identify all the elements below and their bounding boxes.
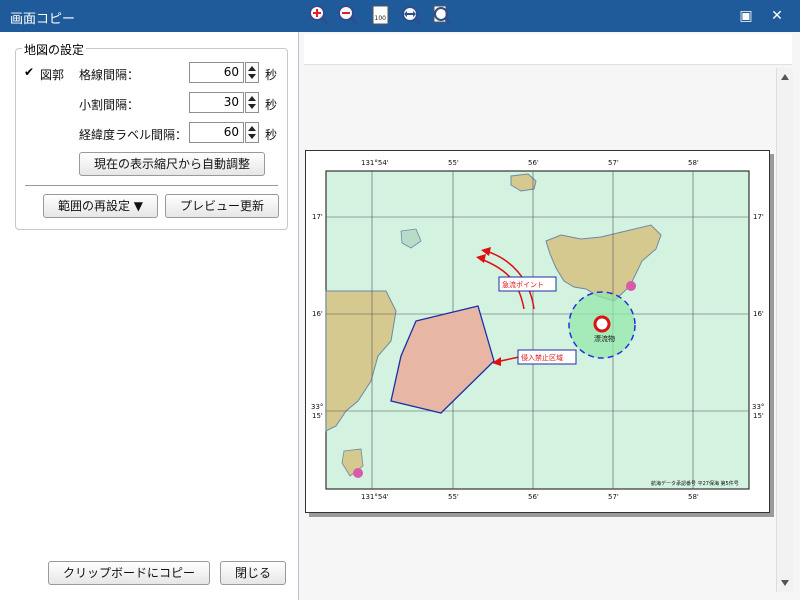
top-lon-label: 56' xyxy=(528,159,539,167)
frame-label: 図郭 xyxy=(40,68,65,82)
svg-text:100: 100 xyxy=(375,15,387,22)
top-lon-label: 57' xyxy=(608,159,619,167)
prohibited-label: 侵入禁止区域 xyxy=(521,353,563,362)
map-svg: 急流ポイント 侵入禁止区域 漂流物 131°54' 55' 56' 57' 58… xyxy=(311,159,764,501)
spin-up-icon[interactable] xyxy=(248,96,256,101)
hazard-icon xyxy=(353,468,363,478)
map-credit: 航海データ承認番号 平27保海 第5件号 xyxy=(651,480,739,487)
label-interval-label: 経緯度ラベル間隔： xyxy=(79,128,188,142)
right-lat-label: 33° xyxy=(752,403,764,411)
label-interval-input[interactable]: 60 xyxy=(189,122,244,143)
frame-checkbox[interactable]: ✔ xyxy=(24,66,36,78)
grid-interval-input[interactable]: 60 xyxy=(189,62,244,83)
right-lat-label: 17' xyxy=(753,213,764,221)
window-title: 画面コピー xyxy=(10,12,76,27)
scroll-down-icon[interactable] xyxy=(781,580,789,586)
spin-up-icon[interactable] xyxy=(248,66,256,71)
left-lat-label: 17' xyxy=(312,213,323,221)
left-lat-label: 16' xyxy=(312,310,323,318)
grid-interval-label: 格線間隔： xyxy=(79,68,140,82)
top-lon-label: 131°54' xyxy=(361,159,389,167)
spin-down-icon[interactable] xyxy=(248,134,256,139)
fit-page-icon[interactable] xyxy=(430,4,452,26)
sub-interval-label: 小割間隔： xyxy=(79,98,140,112)
grid-interval-spinner[interactable] xyxy=(245,62,259,83)
bottom-lon-label: 131°54' xyxy=(361,493,389,501)
close-window-button[interactable]: ✕ xyxy=(764,4,790,28)
right-lat-label: 15' xyxy=(753,412,764,420)
spin-down-icon[interactable] xyxy=(248,74,256,79)
spin-down-icon[interactable] xyxy=(248,104,256,109)
spin-up-icon[interactable] xyxy=(248,126,256,131)
top-lon-label: 55' xyxy=(448,159,459,167)
actual-size-icon[interactable]: 100 xyxy=(370,4,392,26)
bottom-lon-label: 57' xyxy=(608,493,619,501)
fit-width-icon[interactable] xyxy=(400,4,422,26)
bottom-lon-label: 56' xyxy=(528,493,539,501)
sub-interval-unit: 秒 xyxy=(265,98,278,112)
hazard-icon xyxy=(626,281,636,291)
preview-update-button[interactable]: プレビュー更新 xyxy=(165,194,279,218)
zoom-in-icon[interactable] xyxy=(308,4,330,26)
range-reset-button[interactable]: 範囲の再設定 ▼ xyxy=(43,194,158,218)
preview-toolbar xyxy=(304,34,792,65)
auto-adjust-button[interactable]: 現在の表示縮尺から自動調整 xyxy=(79,152,265,176)
vertical-scrollbar[interactable] xyxy=(776,68,793,592)
current-label: 急流ポイント xyxy=(502,280,544,289)
label-interval-unit: 秒 xyxy=(265,128,278,142)
close-button[interactable]: 閉じる xyxy=(220,561,286,585)
scroll-up-icon[interactable] xyxy=(781,74,789,80)
sub-interval-input[interactable]: 30 xyxy=(189,92,244,113)
copy-to-clipboard-button[interactable]: クリップボードにコピー xyxy=(48,561,210,585)
lifebuoy-icon xyxy=(593,315,611,333)
grid-interval-unit: 秒 xyxy=(265,68,278,82)
sub-interval-spinner[interactable] xyxy=(245,92,259,113)
bottom-lon-label: 55' xyxy=(448,493,459,501)
separator xyxy=(25,185,278,186)
drift-label: 漂流物 xyxy=(594,334,615,343)
map-paper: 急流ポイント 侵入禁止区域 漂流物 131°54' 55' 56' 57' 58… xyxy=(305,150,770,513)
label-interval-spinner[interactable] xyxy=(245,122,259,143)
top-lon-label: 58' xyxy=(688,159,699,167)
zoom-out-icon[interactable] xyxy=(337,4,359,26)
left-lat-label: 33° xyxy=(311,403,323,411)
map-settings-title: 地図の設定 xyxy=(22,41,87,58)
right-lat-label: 16' xyxy=(753,310,764,318)
bottom-lon-label: 58' xyxy=(688,493,699,501)
maximize-button[interactable]: ▣ xyxy=(733,4,759,28)
left-lat-label: 15' xyxy=(312,412,323,420)
